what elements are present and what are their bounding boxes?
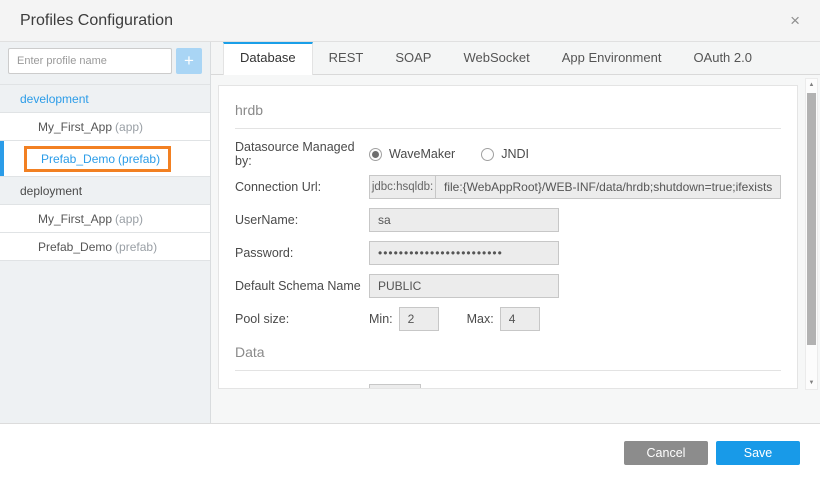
group-label: development — [20, 92, 89, 106]
add-profile-row: + — [0, 42, 210, 80]
cancel-button[interactable]: Cancel — [624, 441, 708, 465]
service-tabs: Database REST SOAP WebSocket App Environ… — [211, 42, 820, 75]
records-per-request-input[interactable] — [369, 384, 421, 389]
save-button[interactable]: Save — [716, 441, 800, 465]
sidebar-group-deployment[interactable]: deployment — [0, 177, 210, 205]
password-row: Password: — [235, 241, 781, 265]
scroll-down-icon[interactable]: ▼ — [806, 377, 817, 389]
data-section-title: Data — [235, 340, 781, 370]
profiles-list: development My_First_App(app) Prefab_Dem… — [0, 84, 210, 261]
close-icon[interactable]: × — [786, 10, 804, 31]
item-label: Prefab_Demo — [38, 240, 112, 254]
connection-url-prefix: jdbc:hsqldb: — [369, 175, 435, 199]
plus-icon: + — [184, 51, 194, 71]
schema-label: Default Schema Name — [235, 279, 369, 293]
username-input[interactable] — [369, 208, 559, 232]
pool-max-label: Max: — [467, 312, 494, 326]
profile-content: Database REST SOAP WebSocket App Environ… — [211, 42, 820, 423]
tab-database[interactable]: Database — [223, 42, 313, 75]
tab-rest[interactable]: REST — [313, 42, 380, 74]
profiles-configuration-dialog: Profiles Configuration × + development M… — [0, 0, 820, 478]
vertical-scrollbar[interactable]: ▲ ▼ — [805, 78, 818, 390]
dialog-body: + development My_First_App(app) Prefab_D… — [0, 42, 820, 423]
sidebar-item-prefab-demo-dev[interactable]: Prefab_Demo(prefab) — [0, 141, 210, 177]
profile-name-input[interactable] — [8, 48, 172, 74]
scrollbar-thumb[interactable] — [807, 93, 816, 345]
pool-min-label: Min: — [369, 312, 393, 326]
tab-app-environment[interactable]: App Environment — [546, 42, 678, 74]
radio-jndi[interactable]: JNDI — [481, 147, 529, 161]
hrdb-settings-card: hrdb Datasource Managed by: WaveMaker JN… — [218, 85, 798, 389]
selected-indicator-bar — [0, 141, 4, 176]
password-input[interactable] — [369, 241, 559, 265]
group-label: deployment — [20, 184, 82, 198]
pool-max-input[interactable] — [500, 307, 540, 331]
username-row: UserName: — [235, 208, 781, 232]
item-type-suffix: (prefab) — [118, 152, 160, 166]
username-label: UserName: — [235, 213, 369, 227]
tab-oauth[interactable]: OAuth 2.0 — [677, 42, 768, 74]
records-per-request-row: Records per request: — [235, 384, 781, 389]
connection-url-input[interactable] — [435, 175, 781, 199]
add-profile-button[interactable]: + — [176, 48, 202, 74]
datasource-label: Datasource Managed by: — [235, 140, 369, 168]
sidebar-group-development[interactable]: development — [0, 85, 210, 113]
pool-size-label: Pool size: — [235, 312, 369, 326]
datasource-row: Datasource Managed by: WaveMaker JNDI — [235, 142, 781, 166]
radio-wavemaker[interactable]: WaveMaker — [369, 147, 455, 161]
section-divider — [235, 370, 781, 371]
sidebar-item-prefab-demo-deploy[interactable]: Prefab_Demo(prefab) — [0, 233, 210, 261]
scroll-up-icon[interactable]: ▲ — [806, 79, 817, 91]
section-divider — [235, 128, 781, 129]
item-type-suffix: (app) — [115, 120, 143, 134]
dialog-header: Profiles Configuration × — [0, 0, 820, 42]
item-type-suffix: (prefab) — [115, 240, 157, 254]
item-label: My_First_App — [38, 212, 112, 226]
item-label: My_First_App — [38, 120, 112, 134]
radio-wavemaker-label: WaveMaker — [389, 147, 455, 161]
tab-websocket[interactable]: WebSocket — [447, 42, 545, 74]
schema-input[interactable] — [369, 274, 559, 298]
radio-jndi-label: JNDI — [501, 147, 529, 161]
pool-size-row: Pool size: Min: Max: — [235, 307, 781, 331]
schema-row: Default Schema Name — [235, 274, 781, 298]
database-service-name: hrdb — [235, 98, 781, 128]
sidebar-item-my-first-app-dev[interactable]: My_First_App(app) — [0, 113, 210, 141]
radio-selected-icon — [369, 148, 382, 161]
connection-url-label: Connection Url: — [235, 180, 369, 194]
database-tab-panel: hrdb Datasource Managed by: WaveMaker JN… — [211, 75, 820, 423]
item-label: Prefab_Demo — [41, 152, 115, 166]
dialog-title: Profiles Configuration — [20, 12, 173, 30]
profiles-sidebar: + development My_First_App(app) Prefab_D… — [0, 42, 211, 423]
sidebar-item-my-first-app-deploy[interactable]: My_First_App(app) — [0, 205, 210, 233]
connection-url-row: Connection Url: jdbc:hsqldb: — [235, 175, 781, 199]
annotation-highlight-box: Prefab_Demo(prefab) — [24, 146, 171, 172]
password-label: Password: — [235, 246, 369, 260]
pool-min-input[interactable] — [399, 307, 439, 331]
item-type-suffix: (app) — [115, 212, 143, 226]
tab-soap[interactable]: SOAP — [379, 42, 447, 74]
dialog-footer: Cancel Save — [0, 423, 820, 478]
radio-unselected-icon — [481, 148, 494, 161]
